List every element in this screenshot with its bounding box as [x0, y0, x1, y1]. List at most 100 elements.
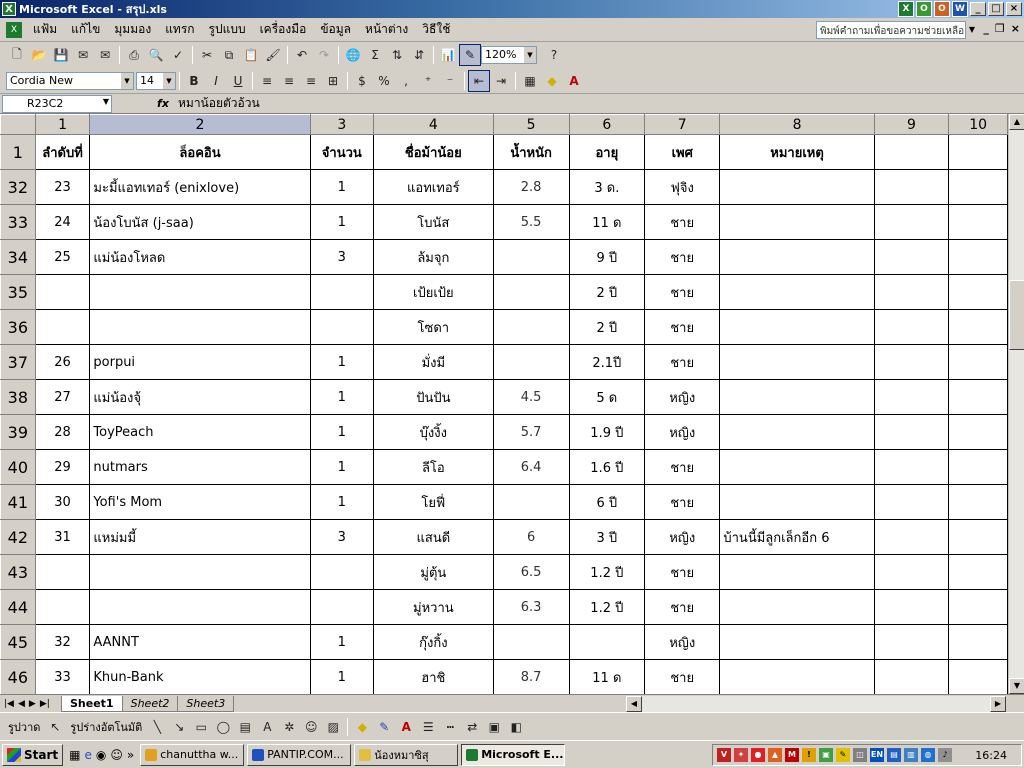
zoom-select[interactable]: 120% ▼: [481, 46, 537, 64]
cell[interactable]: 1: [309, 169, 374, 205]
cell[interactable]: 24: [34, 204, 91, 240]
new-file-icon[interactable]: 🗋: [6, 44, 28, 66]
cell[interactable]: [492, 624, 570, 660]
merge-center-icon[interactable]: ⊞: [322, 70, 344, 92]
line-color-icon[interactable]: ✎: [373, 716, 395, 738]
warning-icon[interactable]: !: [802, 748, 816, 762]
excel-quick-icon[interactable]: X: [898, 1, 914, 17]
cell[interactable]: 1: [309, 204, 374, 240]
cell[interactable]: [309, 554, 374, 590]
security-icon[interactable]: ✦: [734, 748, 748, 762]
select-all-corner[interactable]: [0, 114, 36, 135]
cell[interactable]: 1: [309, 449, 374, 485]
header-cell[interactable]: อายุ: [568, 134, 646, 170]
cell[interactable]: ชาย: [644, 449, 721, 485]
italic-button[interactable]: I: [205, 70, 227, 92]
permission-icon[interactable]: ✉: [72, 44, 94, 66]
cell[interactable]: [948, 484, 1008, 520]
doc-restore-button[interactable]: ❐: [995, 22, 1005, 35]
cell[interactable]: [719, 344, 875, 380]
font-name-select[interactable]: Cordia New ▼: [6, 71, 134, 90]
tab-sheet3[interactable]: Sheet3: [177, 695, 235, 712]
font-color-icon[interactable]: A: [563, 70, 585, 92]
cell[interactable]: [948, 274, 1008, 310]
cell[interactable]: ToyPeach: [89, 414, 311, 450]
cell[interactable]: [948, 659, 1008, 694]
cell[interactable]: [873, 344, 950, 380]
cell[interactable]: โยฟี่: [372, 484, 494, 520]
cell[interactable]: 6: [492, 519, 570, 555]
cell[interactable]: 1.9 ปี: [568, 414, 646, 450]
cell[interactable]: 5.7: [492, 414, 570, 450]
display-icon[interactable]: ▤: [887, 748, 901, 762]
doc-minimize-button[interactable]: _: [983, 22, 989, 35]
cell[interactable]: แสนดี: [372, 519, 494, 555]
cell[interactable]: [719, 589, 875, 625]
row-header[interactable]: 40: [0, 449, 36, 485]
arrow-icon[interactable]: ↘: [168, 716, 190, 738]
document-icon[interactable]: X: [6, 21, 22, 38]
row-header[interactable]: 41: [0, 484, 36, 520]
bold-button[interactable]: B: [183, 70, 205, 92]
cell[interactable]: 9 ปี: [568, 239, 646, 275]
cell[interactable]: ชาย: [644, 204, 721, 240]
cell[interactable]: [719, 554, 875, 590]
cell[interactable]: 32: [34, 624, 91, 660]
cell[interactable]: [873, 484, 950, 520]
cell[interactable]: 6.5: [492, 554, 570, 590]
arrow-style-icon[interactable]: ⇄: [461, 716, 483, 738]
cell[interactable]: [34, 554, 91, 590]
cell[interactable]: เป้ยเป้ย: [372, 274, 494, 310]
cell[interactable]: [873, 624, 950, 660]
oval-icon[interactable]: ◯: [212, 716, 234, 738]
cell[interactable]: [873, 519, 950, 555]
draw-menu-button[interactable]: รูปวาด: [4, 718, 44, 736]
open-folder-icon[interactable]: 📂: [28, 44, 50, 66]
cell[interactable]: ชาย: [644, 239, 721, 275]
formula-input[interactable]: หมาน้อยตัวอ้วน: [174, 94, 260, 113]
antivirus-icon[interactable]: V: [717, 748, 731, 762]
name-box[interactable]: R23C2 ▼: [2, 94, 112, 113]
cell[interactable]: [719, 449, 875, 485]
column-header[interactable]: 7: [644, 114, 721, 135]
menu-file[interactable]: แฟ้ม: [26, 20, 64, 39]
chevron-down-icon[interactable]: ▼: [121, 72, 133, 89]
cell[interactable]: แอทเทอร์: [372, 169, 494, 205]
cell[interactable]: [873, 169, 950, 205]
menu-view[interactable]: มุมมอง: [107, 20, 158, 39]
column-header[interactable]: 2: [89, 114, 311, 135]
internet-explorer-icon[interactable]: e: [84, 748, 91, 762]
cell[interactable]: [948, 519, 1008, 555]
menu-edit[interactable]: แก้ไข: [64, 20, 107, 39]
email-icon[interactable]: ✉: [94, 44, 116, 66]
row-header[interactable]: 32: [0, 169, 36, 205]
cell[interactable]: 3: [309, 239, 374, 275]
scroll-up-icon[interactable]: ▲: [1009, 114, 1024, 130]
cell[interactable]: หญิง: [644, 414, 721, 450]
menu-format[interactable]: รูปแบบ: [202, 20, 253, 39]
drawing-toggle-icon[interactable]: ✎: [459, 44, 481, 66]
header-cell[interactable]: น้ำหนัก: [492, 134, 570, 170]
tray-app-icon[interactable]: ▥: [904, 748, 918, 762]
print-preview-icon[interactable]: 🔍: [145, 44, 167, 66]
row-header[interactable]: 42: [0, 519, 36, 555]
cell[interactable]: porpui: [89, 344, 311, 380]
cell[interactable]: 27: [34, 379, 91, 415]
fill-color-icon[interactable]: ◆: [351, 716, 373, 738]
header-cell[interactable]: ลำดับที่: [34, 134, 91, 170]
cell[interactable]: 1: [309, 379, 374, 415]
media-player-icon[interactable]: ◉: [96, 748, 106, 762]
cell[interactable]: AANNT: [89, 624, 311, 660]
cell[interactable]: กุ๊งกิ้ง: [372, 624, 494, 660]
cell[interactable]: [309, 274, 374, 310]
shadow-icon[interactable]: ▣: [483, 716, 505, 738]
cell[interactable]: หญิง: [644, 624, 721, 660]
cell[interactable]: 11 ด: [568, 204, 646, 240]
clipart-icon[interactable]: ☺: [300, 716, 322, 738]
column-header[interactable]: 8: [719, 114, 875, 135]
cell[interactable]: ชาย: [644, 274, 721, 310]
tab-sheet2[interactable]: Sheet2: [121, 695, 179, 712]
excel-app-icon[interactable]: X: [2, 2, 16, 16]
volume-icon[interactable]: ♪: [938, 748, 952, 762]
cell[interactable]: [948, 309, 1008, 345]
